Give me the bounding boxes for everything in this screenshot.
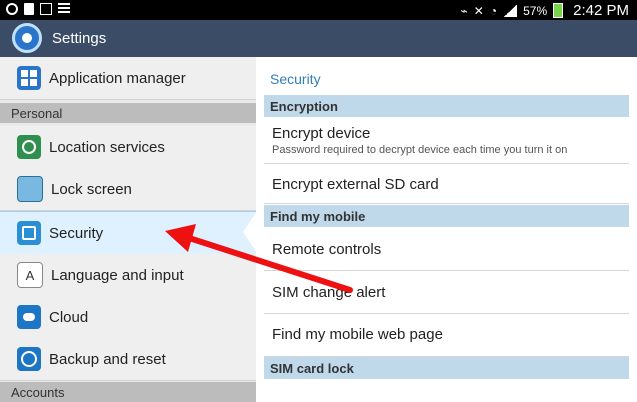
sidebar-item-backup-and-reset[interactable]: Backup and reset — [0, 338, 256, 381]
setting-encrypt-external-sd-card[interactable]: Encrypt external SD card — [264, 166, 629, 204]
battery-charging-icon — [553, 3, 564, 18]
sidebar-section-accounts: Accounts — [0, 382, 256, 402]
section-header-sim-card-lock: SIM card lock — [264, 357, 629, 379]
setting-sim-change-alert[interactable]: SIM change alert — [264, 271, 629, 314]
notification-icon — [58, 3, 70, 15]
page-title: Settings — [52, 30, 107, 47]
status-icons-left — [6, 3, 70, 15]
gallery-icon — [40, 3, 52, 15]
sidebar-section-personal: Personal — [0, 103, 256, 123]
sidebar-item-label: Location services — [49, 138, 165, 156]
setting-label: SIM change alert — [272, 284, 386, 301]
backup-icon — [17, 347, 41, 371]
setting-label: Remote controls — [272, 241, 382, 258]
location-icon — [17, 135, 41, 159]
settings-gear-icon[interactable] — [12, 23, 42, 53]
setting-label: Find my mobile web page — [272, 326, 443, 343]
sidebar-item-security[interactable]: Security — [0, 211, 256, 255]
sidebar-item-label: Backup and reset — [49, 350, 166, 368]
signal-icon — [503, 4, 518, 17]
sidebar-item-label: Cloud — [49, 308, 89, 326]
status-icons-right: ⌁ ✕ ◔ 57% 2:42 PM — [461, 2, 629, 19]
setting-find-my-mobile-web-page[interactable]: Find my mobile web page — [264, 314, 629, 357]
section-header-encryption: Encryption — [264, 95, 629, 117]
wifi-icon: ◔ — [489, 3, 498, 18]
selection-notch — [243, 211, 257, 253]
sidebar-item-label: Lock screen — [51, 180, 132, 198]
section-header-find-my-mobile: Find my mobile — [264, 205, 629, 227]
sidebar-item-label: Application manager — [49, 69, 186, 87]
sidebar-item-language-and-input[interactable]: A Language and input — [0, 254, 256, 297]
vibrate-icon: ⌁ — [460, 3, 468, 18]
settings-sidebar: Application manager Personal Location se… — [0, 57, 256, 402]
title-bar: Settings — [0, 20, 637, 57]
sidebar-item-label: Language and input — [51, 266, 184, 284]
language-icon: A — [17, 262, 43, 288]
sidebar-item-lock-screen[interactable]: Lock screen — [0, 168, 256, 211]
security-settings-panel: Security Encryption Encrypt device Passw… — [256, 57, 637, 401]
setting-label: Encrypt external SD card — [272, 176, 439, 193]
sidebar-item-application-manager[interactable]: Application manager — [0, 57, 256, 100]
sidebar-item-location-services[interactable]: Location services — [0, 126, 256, 169]
app-grid-icon — [17, 66, 41, 90]
sidebar-item-label: Security — [49, 224, 104, 242]
status-bar: ⌁ ✕ ◔ 57% 2:42 PM — [0, 0, 637, 20]
setting-label: Encrypt device — [272, 125, 371, 142]
battery-percent: 57% — [523, 3, 548, 18]
clock: 2:42 PM — [573, 2, 629, 19]
cloud-icon — [17, 305, 41, 329]
lock-screen-icon — [17, 176, 43, 202]
sidebar-item-cloud[interactable]: Cloud — [0, 296, 256, 339]
setting-description: Password required to decrypt device each… — [272, 144, 568, 156]
setting-remote-controls[interactable]: Remote controls — [264, 229, 629, 271]
security-lock-icon — [17, 221, 41, 245]
mute-icon: ✕ — [473, 3, 484, 18]
setting-encrypt-device[interactable]: Encrypt device Password required to decr… — [264, 120, 629, 164]
sync-icon — [6, 3, 18, 15]
clipboard-icon — [24, 3, 34, 15]
panel-title: Security — [270, 71, 321, 87]
